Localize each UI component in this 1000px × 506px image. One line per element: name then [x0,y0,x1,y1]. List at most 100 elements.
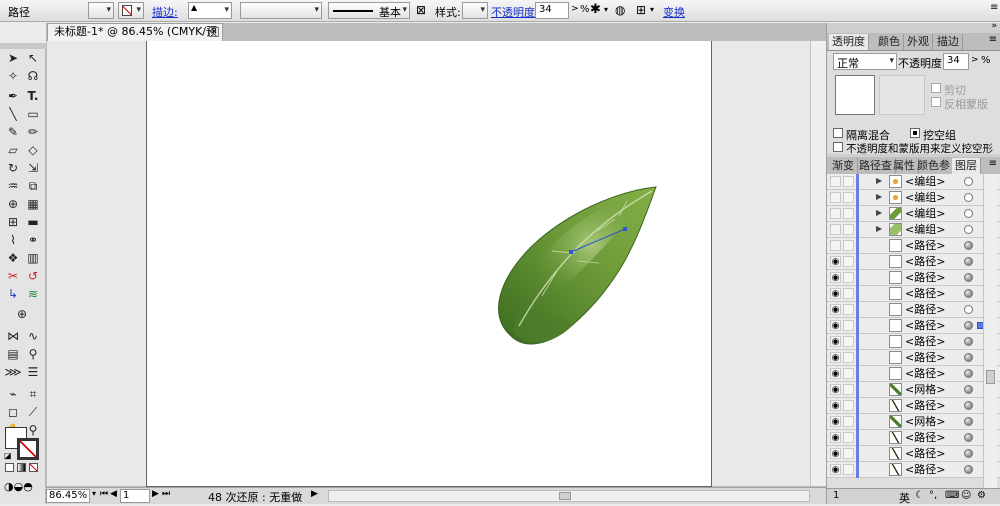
mesh-tool-icon[interactable]: ⊞ [3,213,23,231]
line-tool-icon[interactable]: ╲ [3,105,23,123]
lock-toggle[interactable] [843,288,854,299]
tab-layers[interactable]: 图层 [952,158,981,174]
lock-toggle[interactable] [843,256,854,267]
layer-row[interactable]: ◉ <路径> [827,334,1000,350]
perspective-grid-icon[interactable]: ▦ [23,195,43,213]
tab-transparency[interactable]: 透明度 [829,34,869,50]
lock-toggle[interactable] [843,448,854,459]
layer-row[interactable]: ◉ <网格> [827,382,1000,398]
scissors-red-icon[interactable]: ✂ [3,267,23,285]
first-artboard-icon[interactable]: ⏮ [100,489,108,499]
path-blue-icon[interactable]: ↳ [3,285,23,303]
leaf-artwork[interactable] [147,41,713,487]
layer-row[interactable]: ▶ <编组> [827,190,1000,206]
lock-toggle[interactable] [843,224,854,235]
visibility-eye-icon[interactable]: ◉ [830,464,841,475]
path-green-icon[interactable]: ≋ [23,285,43,303]
user-icon[interactable]: ☺ [961,490,971,501]
document-tab[interactable]: 未标题-1* @ 86.45% (CMYK/预览) ✕ [47,23,223,54]
eyedropper-tool-icon[interactable]: ⌇ [3,231,23,249]
measure-tool-icon[interactable]: ⌗ [23,385,43,403]
visibility-eye-icon[interactable]: ◉ [830,368,841,379]
visibility-eye-icon[interactable] [830,240,841,251]
target-circle-icon[interactable] [964,273,973,282]
lock-toggle[interactable] [843,384,854,395]
variable-width-dropdown[interactable]: ▾ [240,2,322,19]
align-dropdown-icon[interactable]: ▾ [650,5,654,14]
stroke-weight-input[interactable]: ▾ ▲ [188,2,232,19]
visibility-eye-icon[interactable]: ◉ [830,320,841,331]
layer-row[interactable]: <路径> [827,238,1000,254]
magic-wand-icon[interactable]: ✧ [3,67,23,85]
direct-selection-tool-icon[interactable]: ↖ [23,49,43,67]
artboard-field[interactable]: 1 [120,489,150,503]
lock-toggle[interactable] [843,368,854,379]
lock-toggle[interactable] [843,320,854,331]
zoom-dropdown-icon[interactable]: ▾ [92,489,96,498]
scale-tool-icon[interactable]: ⇲ [23,159,43,177]
gradient-tool-icon[interactable]: ▬ [23,213,43,231]
target-circle-icon[interactable] [964,401,973,410]
type-tool-icon[interactable]: T. [23,87,43,105]
stroke-color-dropdown[interactable]: ▾ [118,2,144,19]
horizontal-scroll-thumb[interactable] [559,492,571,500]
artboard2-icon[interactable]: ◻ [3,403,23,421]
layer-row[interactable]: ▶ <编组> [827,206,1000,222]
layer-row[interactable]: ◉ <网格> [827,414,1000,430]
visibility-eye-icon[interactable]: ◉ [830,416,841,427]
stroke-link[interactable]: 描边: [152,4,178,20]
visibility-eye-icon[interactable]: ◉ [830,400,841,411]
panel-opacity-arrow-icon[interactable]: > [971,55,979,65]
tab-gradient[interactable]: 渐变 [829,158,858,174]
target-circle-icon[interactable] [964,209,973,218]
target-circle-icon[interactable] [964,257,973,266]
panel-dock-header[interactable]: » [827,21,1000,33]
close-tab-icon[interactable]: ✕ [209,27,219,37]
artboard-tool-icon[interactable]: ⋈ [3,327,23,345]
layer-row[interactable]: ◉ <路径> [827,254,1000,270]
layer-row[interactable]: ◉ <路径> [827,430,1000,446]
gradient-mode-icon[interactable] [17,463,26,472]
artboard[interactable] [146,41,712,487]
visibility-eye-icon[interactable]: ◉ [830,288,841,299]
prev-artboard-icon[interactable]: ◀ [110,489,117,499]
layer-row[interactable]: ◉ <路径> [827,318,1000,334]
target-circle-icon[interactable] [964,321,973,330]
target-circle-icon[interactable] [964,369,973,378]
target-circle-icon[interactable] [964,289,973,298]
globe-icon[interactable]: ◍ [615,3,625,17]
transform-link[interactable]: 变换 [663,4,685,20]
visibility-eye-icon[interactable] [830,224,841,235]
expand-triangle-icon[interactable]: ▶ [876,192,882,201]
visibility-eye-icon[interactable]: ◉ [830,432,841,443]
lock-toggle[interactable] [843,304,854,315]
lock-toggle[interactable] [843,336,854,347]
width-tool-icon[interactable]: ⋙ [3,363,23,381]
target-circle-icon[interactable] [964,433,973,442]
visibility-eye-icon[interactable] [830,192,841,203]
target-circle-icon[interactable] [964,449,973,458]
horizontal-scrollbar[interactable] [328,490,810,502]
tab-appearance[interactable]: 外观 [904,34,933,50]
align-grid-icon[interactable]: ⊞ [636,3,646,17]
rectangle-tool-icon[interactable]: ▭ [23,105,43,123]
visibility-eye-icon[interactable]: ◉ [830,256,841,267]
transparency-panel-menu-icon[interactable]: ≡ [989,34,997,45]
lock-toggle[interactable] [843,208,854,219]
default-colors-icon[interactable]: ◪ [4,451,12,460]
last-artboard-icon[interactable]: ⏭ [162,489,170,499]
column-graph-icon[interactable]: ▥ [23,249,43,267]
lock-toggle[interactable] [843,432,854,443]
align-icon[interactable]: ☰ [23,363,43,381]
object-thumbnail[interactable] [835,75,875,115]
layer-row[interactable]: ◉ <路径> [827,286,1000,302]
target-circle-icon[interactable] [964,177,973,186]
graph-icon[interactable]: ▤ [3,345,23,363]
warp-tool-icon[interactable]: ♒ [3,177,23,195]
lock-toggle[interactable] [843,464,854,475]
layer-row[interactable]: ◉ <路径> [827,462,1000,478]
expand-triangle-icon[interactable]: ▶ [876,176,882,185]
lock-toggle[interactable] [843,352,854,363]
opacity-arrow-icon[interactable]: > [571,4,579,14]
vertical-scrollbar[interactable] [810,41,826,486]
